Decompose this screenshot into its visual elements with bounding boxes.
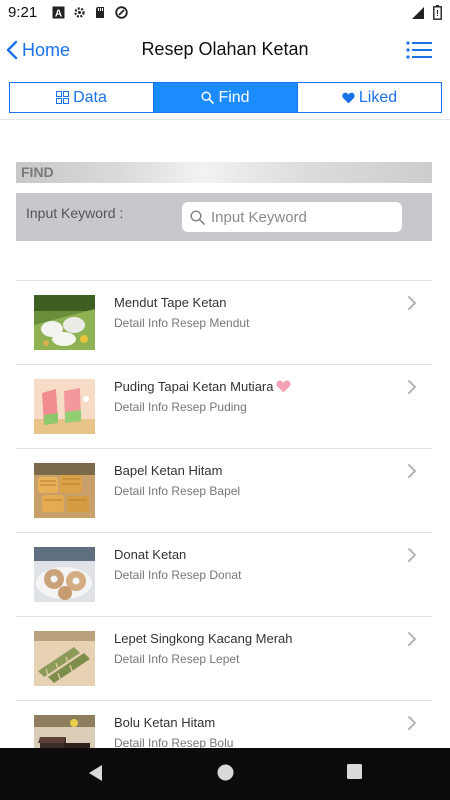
notification-icons: A — [52, 6, 128, 19]
search-input[interactable] — [211, 208, 391, 226]
recipe-thumbnail — [34, 463, 95, 518]
recipe-thumbnail — [34, 715, 95, 748]
tab-find-label: Find — [218, 88, 250, 106]
back-button[interactable]: Home — [6, 36, 70, 64]
tab-data[interactable]: Data — [10, 83, 153, 112]
svg-text:A: A — [55, 9, 62, 20]
navigation-bar: Home Resep Olahan Ketan — [0, 26, 450, 74]
find-content: FIND Input Keyword : Men — [0, 119, 450, 748]
recents-square-icon[interactable] — [346, 763, 363, 780]
signal-icon — [412, 6, 424, 19]
recipe-row[interactable]: Mendut Tape Ketan Detail Info Resep Mend… — [16, 281, 432, 365]
battery-icon: ! — [433, 5, 442, 20]
back-label: Home — [22, 39, 71, 60]
svg-text:!: ! — [436, 9, 439, 18]
heart-icon — [342, 92, 355, 104]
recipe-subtitle: Detail Info Resep Donat — [114, 568, 242, 582]
recipe-row[interactable]: Lepet Singkong Kacang Merah Detail Info … — [16, 617, 432, 701]
status-time: 9:21 — [8, 4, 38, 21]
recipe-subtitle: Detail Info Resep Lepet — [114, 652, 240, 666]
chevron-right-icon — [408, 464, 416, 478]
recipe-subtitle: Detail Info Resep Bolu — [114, 736, 234, 748]
search-panel: Input Keyword : — [16, 193, 432, 241]
chevron-right-icon — [408, 296, 416, 310]
back-triangle-icon[interactable] — [86, 763, 104, 783]
recipe-list: Mendut Tape Ketan Detail Info Resep Mend… — [16, 280, 432, 748]
chevron-right-icon — [408, 716, 416, 730]
recipe-title: Bolu Ketan Hitam — [114, 715, 216, 730]
recipe-title: Lepet Singkong Kacang Merah — [114, 631, 293, 646]
recipe-title: Mendut Tape Ketan — [114, 295, 227, 310]
tab-liked[interactable]: Liked — [297, 83, 441, 112]
recipe-subtitle: Detail Info Resep Mendut — [114, 316, 250, 330]
recipe-title: Puding Tapai Ketan Mutiara — [114, 379, 292, 394]
recipe-row[interactable]: Bapel Ketan Hitam Detail Info Resep Bape… — [16, 449, 432, 533]
recipe-thumbnail — [34, 379, 95, 434]
recipe-thumbnail — [34, 295, 95, 350]
sd-card-icon — [96, 7, 104, 18]
recipe-thumbnail — [34, 547, 95, 602]
settings-icon — [74, 7, 85, 18]
recipe-row[interactable]: Donat Ketan Detail Info Resep Donat — [16, 533, 432, 617]
chevron-left-icon — [6, 40, 18, 60]
recipe-title: Bapel Ketan Hitam — [114, 463, 223, 478]
recipe-subtitle: Detail Info Resep Puding — [114, 400, 247, 414]
recipe-title: Donat Ketan — [114, 547, 187, 562]
tab-bar: Data Find Liked — [9, 82, 442, 113]
home-circle-icon[interactable] — [216, 763, 235, 782]
find-section-header: FIND — [16, 162, 432, 183]
keyword-label: Input Keyword : — [26, 205, 124, 221]
tab-data-label: Data — [73, 88, 107, 106]
recipe-subtitle: Detail Info Resep Bapel — [114, 484, 241, 498]
search-icon — [201, 91, 215, 104]
tab-find[interactable]: Find — [153, 83, 297, 112]
chevron-right-icon — [408, 548, 416, 562]
recipe-thumbnail — [34, 631, 95, 686]
list-icon[interactable] — [406, 40, 432, 60]
system-icons: ! — [411, 5, 442, 20]
tab-liked-label: Liked — [358, 88, 398, 106]
recipe-row[interactable]: Bolu Ketan Hitam Detail Info Resep Bolu — [16, 701, 432, 748]
system-navigation-bar — [0, 748, 450, 800]
magnifier-icon — [190, 209, 205, 225]
grid-icon — [56, 91, 70, 104]
font-app-icon: A — [52, 6, 65, 19]
chevron-right-icon — [408, 632, 416, 646]
search-box[interactable] — [182, 202, 402, 232]
recipe-row[interactable]: Puding Tapai Ketan Mutiara Detail Info R… — [16, 365, 432, 449]
status-bar: 9:21 A ! — [0, 0, 450, 26]
at-sign-icon — [115, 6, 128, 19]
liked-heart-icon — [276, 380, 292, 393]
chevron-right-icon — [408, 380, 416, 394]
